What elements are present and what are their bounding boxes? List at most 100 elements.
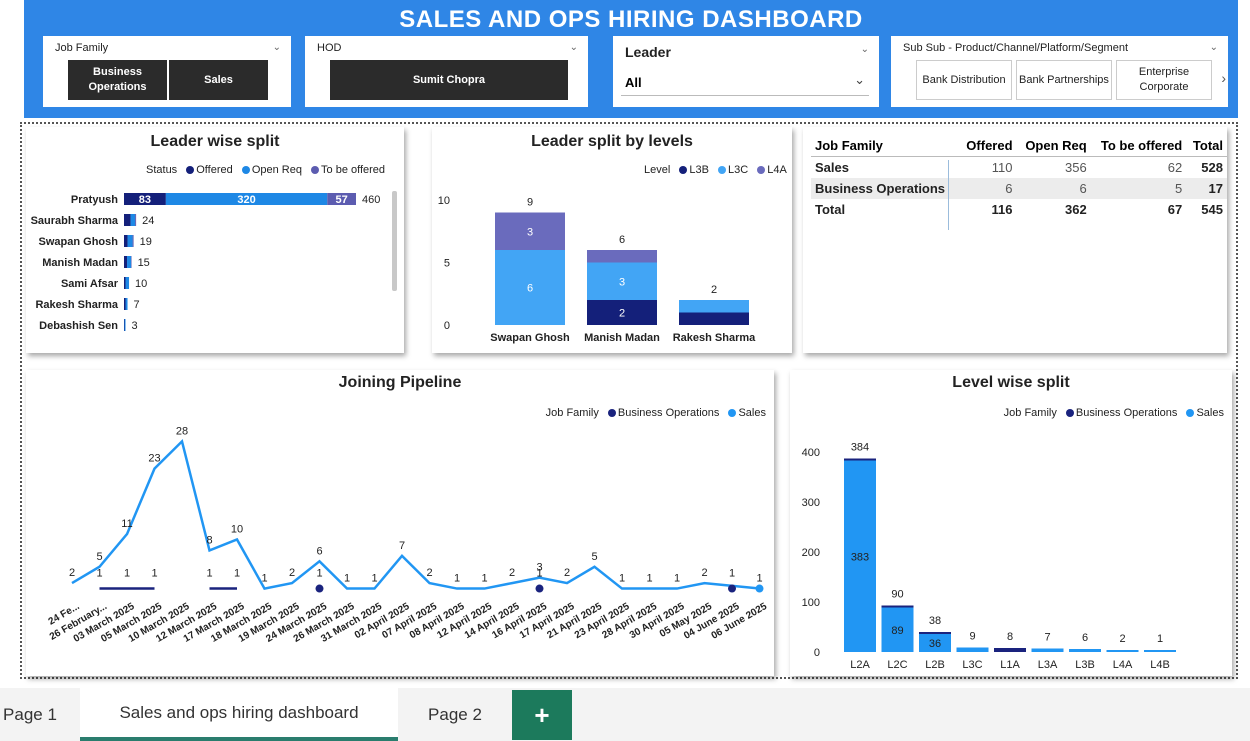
bar-segment[interactable] (881, 605, 914, 608)
bar-segment[interactable] (125, 298, 128, 310)
bar-segment[interactable] (127, 256, 132, 268)
segment-chip-enterprise-corporate[interactable]: Enterprise Corporate (1116, 60, 1212, 100)
category-label: L2C (887, 659, 907, 671)
table-row[interactable]: Business Operations 6 6 5 17 (811, 178, 1227, 199)
bar-segment[interactable] (994, 648, 1026, 652)
leader-split-by-levels-panel[interactable]: Leader split by levels Level L3B L3C L4A… (432, 127, 792, 353)
bar-segment[interactable] (124, 214, 131, 226)
level-wise-split-panel[interactable]: Level wise split Job Family Business Ope… (790, 370, 1232, 676)
chevron-down-icon[interactable]: ⌄ (861, 44, 869, 55)
matrix-cell: 528 (1201, 160, 1223, 175)
bar-segment[interactable] (124, 298, 126, 310)
job-family-slicer-label: Job Family (55, 42, 109, 54)
hod-slicer[interactable]: HOD ⌄ Sumit Chopra (305, 36, 588, 107)
bar-segment[interactable] (124, 256, 128, 268)
matrix-cell: 6 (1016, 178, 1091, 199)
category-label: L4A (1113, 659, 1133, 671)
bar-segment[interactable] (919, 632, 951, 634)
bar-segment[interactable] (124, 235, 128, 247)
bar-segment[interactable] (124, 277, 126, 289)
category-label: L2B (925, 659, 945, 671)
matrix-header-job-family[interactable]: Job Family (811, 135, 959, 157)
table-row[interactable]: Sales 110 356 62 528 (811, 157, 1227, 179)
segment-chip-bank-distribution[interactable]: Bank Distribution (916, 60, 1012, 100)
tab-sales-and-ops-hiring-dashboard[interactable]: Sales and ops hiring dashboard (80, 688, 398, 741)
chevron-right-icon[interactable]: › (1221, 70, 1226, 86)
tab-page-2[interactable]: Page 2 (398, 688, 512, 741)
legend-label: Level (644, 164, 671, 176)
bar-segment[interactable] (124, 319, 125, 331)
category-label: Saurabh Sharma (31, 215, 119, 227)
bar-segment[interactable] (125, 277, 130, 289)
bar-segment[interactable] (127, 235, 133, 247)
leader-split-by-levels-legend: Level L3B L3C L4A (644, 164, 787, 176)
job-family-chip-business-operations[interactable]: Business Operations (68, 60, 167, 100)
bar-segment[interactable] (131, 256, 132, 268)
sales-point[interactable] (755, 584, 764, 593)
data-label: 6 (316, 545, 322, 557)
job-family-matrix-panel[interactable]: Job Family Offered Open Req To be offere… (803, 127, 1227, 353)
add-page-button[interactable]: + (512, 690, 572, 740)
hod-chip-sumit-chopra[interactable]: Sumit Chopra (330, 60, 568, 100)
data-label: 1 (151, 568, 157, 580)
segment-slicer-label: Sub Sub - Product/Channel/Platform/Segme… (903, 42, 1129, 54)
chevron-down-icon[interactable]: ⌄ (854, 72, 865, 88)
joining-pipeline-panel[interactable]: Joining Pipeline Job Family Business Ope… (26, 370, 774, 676)
job-family-matrix: Job Family Offered Open Req To be offere… (811, 135, 1227, 220)
matrix-header-open-req[interactable]: Open Req (1016, 135, 1091, 157)
matrix-header-total[interactable]: Total (1186, 135, 1227, 157)
bar-segment[interactable] (130, 214, 136, 226)
leader-slicer[interactable]: Leader ⌄ All ⌄ (613, 36, 879, 107)
data-label: 2 (509, 567, 515, 579)
dashboard-title: SALES AND OPS HIRING DASHBOARD (399, 6, 863, 33)
legend-dot-l3c (718, 166, 726, 175)
matrix-cell: 67 (1167, 202, 1183, 217)
bar-total-label: 6 (619, 234, 625, 246)
data-label: 1 (536, 568, 542, 580)
legend-dot-offered (186, 166, 195, 175)
leader-wise-split-legend: Status Offered Open Req To be offered (146, 164, 385, 176)
bar-segment[interactable] (124, 319, 126, 331)
bar-segment[interactable] (587, 250, 657, 263)
sales-line[interactable] (71, 438, 760, 590)
bar-segment[interactable] (1069, 649, 1101, 652)
bar-segment[interactable] (1106, 650, 1139, 652)
business-operations-point[interactable] (315, 584, 324, 593)
data-label: 1 (756, 573, 762, 585)
bar-segment[interactable] (679, 312, 749, 326)
job-family-slicer[interactable]: Job Family ⌄ Business Operations Sales (43, 36, 291, 107)
data-label: 2 (426, 567, 432, 579)
data-label: 1 (481, 573, 487, 585)
leader-wise-split-panel[interactable]: Leader wise split Status Offered Open Re… (26, 127, 404, 353)
segment-slicer[interactable]: Sub Sub - Product/Channel/Platform/Segme… (891, 36, 1228, 107)
bar-segment[interactable] (1144, 650, 1176, 652)
y-tick-label: 0 (814, 647, 820, 659)
segment-chip-bank-partnerships[interactable]: Bank Partnerships (1016, 60, 1112, 100)
bar-segment[interactable] (679, 300, 749, 313)
leader-dropdown[interactable]: All ⌄ (621, 70, 869, 96)
scrollbar[interactable] (392, 191, 397, 291)
chevron-down-icon[interactable]: ⌄ (273, 42, 281, 53)
data-label: 2 (564, 567, 570, 579)
data-label: 5 (591, 551, 597, 563)
bar-segment[interactable] (135, 214, 137, 226)
matrix-header-to-be-offered[interactable]: To be offered (1090, 135, 1187, 157)
chevron-down-icon[interactable]: ⌄ (1210, 42, 1218, 53)
business-operations-point[interactable] (728, 584, 736, 593)
bar-segment[interactable] (1031, 648, 1064, 653)
bar-segment[interactable] (844, 458, 876, 461)
bar-segment[interactable] (956, 647, 989, 653)
legend-business-operations: Business Operations (617, 407, 720, 419)
chevron-down-icon[interactable]: ⌄ (570, 42, 578, 53)
business-operations-point[interactable] (535, 584, 544, 593)
matrix-cell: Total (815, 202, 846, 217)
bar-segment[interactable] (132, 235, 134, 247)
tab-page-1[interactable]: Page 1 (0, 688, 70, 741)
bar-total-label: 38 (929, 615, 941, 627)
job-family-chip-sales[interactable]: Sales (169, 60, 268, 100)
category-label: L1A (1000, 659, 1020, 671)
legend-sales: Sales (738, 407, 766, 419)
bar-segment-label: 57 (336, 194, 348, 206)
legend-l4a: L4A (767, 164, 787, 176)
matrix-header-offered[interactable]: Offered (958, 135, 1017, 157)
